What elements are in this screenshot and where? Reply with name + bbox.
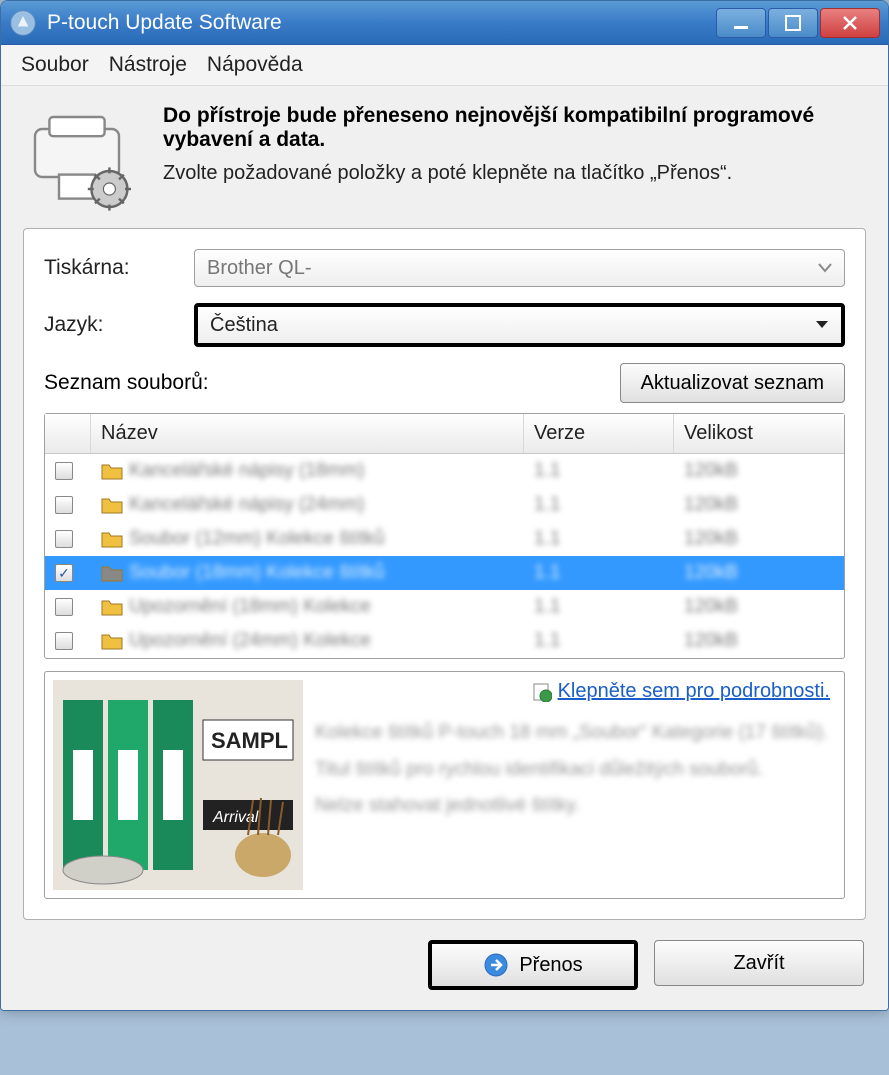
maximize-button[interactable] <box>768 8 818 38</box>
file-list: Název Verze Velikost Kancelářské nápisy … <box>44 413 845 659</box>
transfer-label: Přenos <box>519 954 582 977</box>
close-button[interactable] <box>820 8 880 38</box>
language-value: Čeština <box>210 314 278 337</box>
row-name: Soubor (18mm) Kolekce štítků <box>129 562 385 584</box>
minimize-button[interactable] <box>716 8 766 38</box>
row-size: 120kB <box>684 460 738 482</box>
arrow-right-circle-icon <box>483 952 509 978</box>
chevron-down-icon <box>818 263 832 273</box>
row-size: 120kB <box>684 494 738 516</box>
row-name: Kancelářské nápisy (24mm) <box>129 494 364 516</box>
row-checkbox[interactable] <box>55 496 73 514</box>
table-row[interactable]: Soubor (18mm) Kolekce štítků 1.1 120kB <box>45 556 844 590</box>
details-link-text: Klepněte sem pro podrobnosti. <box>558 680 830 703</box>
row-version: 1.1 <box>534 460 560 482</box>
printer-row: Tiskárna: Brother QL- <box>44 249 845 287</box>
header-heading: Do přístroje bude přeneseno nejnovější k… <box>163 104 866 152</box>
file-list-head: Název Verze Velikost <box>45 414 844 454</box>
row-version: 1.1 <box>534 596 560 618</box>
table-row[interactable]: Soubor (12mm) Kolekce štítků 1.1 120kB <box>45 522 844 556</box>
detail-panel: SAMPL Arrival Klepněte sem pro po <box>44 671 845 899</box>
row-name: Soubor (12mm) Kolekce štítků <box>129 528 385 550</box>
header-sub: Zvolte požadované položky a poté klepnět… <box>163 162 866 185</box>
app-window: P-touch Update Software Soubor Nástroje … <box>0 0 889 1011</box>
folder-icon <box>101 496 123 514</box>
window-controls <box>716 8 880 38</box>
row-version: 1.1 <box>534 562 560 584</box>
detail-line-3: Nelze stahovat jednotlivé štítky. <box>315 793 836 820</box>
file-list-caption: Seznam souborů: <box>44 371 209 395</box>
row-name: Upozornění (18mm) Kolekce <box>129 596 371 618</box>
table-row[interactable]: Upozornění (18mm) Kolekce 1.1 120kB <box>45 590 844 624</box>
header-text: Do přístroje bude přeneseno nejnovější k… <box>163 104 866 214</box>
row-size: 120kB <box>684 528 738 550</box>
col-size[interactable]: Velikost <box>674 414 844 453</box>
table-row[interactable]: Upozornění (24mm) Kolekce 1.1 120kB <box>45 624 844 658</box>
row-checkbox[interactable] <box>55 530 73 548</box>
col-name[interactable]: Název <box>91 414 524 453</box>
row-version: 1.1 <box>534 630 560 652</box>
detail-thumbnail: SAMPL Arrival <box>53 680 303 890</box>
maximize-icon <box>784 14 802 32</box>
main-panel: Tiskárna: Brother QL- Jazyk: Čeština Sez… <box>23 228 866 920</box>
row-name: Upozornění (24mm) Kolekce <box>129 630 371 652</box>
row-version: 1.1 <box>534 494 560 516</box>
menu-tools[interactable]: Nástroje <box>109 53 187 77</box>
folder-icon <box>101 530 123 548</box>
folder-icon <box>101 564 123 582</box>
titlebar: P-touch Update Software <box>1 1 888 45</box>
file-list-header: Seznam souborů: Aktualizovat seznam <box>44 363 845 403</box>
header-row: Do přístroje bude přeneseno nejnovější k… <box>23 104 866 214</box>
folder-icon <box>101 598 123 616</box>
menu-file[interactable]: Soubor <box>21 53 89 77</box>
language-row: Jazyk: Čeština <box>44 303 845 347</box>
row-checkbox[interactable] <box>55 564 73 582</box>
row-size: 120kB <box>684 562 738 584</box>
content-area: Do přístroje bude přeneseno nejnovější k… <box>1 86 888 1010</box>
row-name: Kancelářské nápisy (18mm) <box>129 460 364 482</box>
refresh-list-button[interactable]: Aktualizovat seznam <box>620 363 845 403</box>
footer-buttons: Přenos Zavřít <box>23 940 866 992</box>
language-label: Jazyk: <box>44 313 194 337</box>
close-dialog-button[interactable]: Zavřít <box>654 940 864 986</box>
minimize-icon <box>732 14 750 32</box>
window-title: P-touch Update Software <box>47 11 716 35</box>
row-checkbox[interactable] <box>55 632 73 650</box>
app-icon <box>9 9 37 37</box>
row-size: 120kB <box>684 630 738 652</box>
table-row[interactable]: Kancelářské nápisy (18mm) 1.1 120kB <box>45 454 844 488</box>
transfer-button[interactable]: Přenos <box>428 940 638 990</box>
details-link[interactable]: Klepněte sem pro podrobnosti. <box>532 680 830 703</box>
row-checkbox[interactable] <box>55 462 73 480</box>
svg-text:SAMPL: SAMPL <box>211 728 288 753</box>
detail-line-1: Kolekce štítků P-touch 18 mm „Soubor“ Ka… <box>315 720 836 747</box>
printer-value: Brother QL- <box>207 257 311 280</box>
menubar: Soubor Nástroje Nápověda <box>1 45 888 86</box>
detail-text: Kolekce štítků P-touch 18 mm „Soubor“ Ka… <box>315 680 836 890</box>
col-checkbox <box>45 414 91 453</box>
detail-line-2: Titul štítků pro rychlou identifikaci dů… <box>315 757 836 784</box>
printer-select[interactable]: Brother QL- <box>194 249 845 287</box>
printer-label: Tiskárna: <box>44 256 194 280</box>
row-version: 1.1 <box>534 528 560 550</box>
menu-help[interactable]: Nápověda <box>207 53 303 77</box>
row-checkbox[interactable] <box>55 598 73 616</box>
page-globe-icon <box>532 682 552 702</box>
language-select[interactable]: Čeština <box>194 303 845 347</box>
col-version[interactable]: Verze <box>524 414 674 453</box>
table-row[interactable]: Kancelářské nápisy (24mm) 1.1 120kB <box>45 488 844 522</box>
folder-icon <box>101 462 123 480</box>
row-size: 120kB <box>684 596 738 618</box>
close-icon <box>841 14 859 32</box>
chevron-down-icon <box>815 320 829 330</box>
printer-gear-icon <box>23 104 143 214</box>
file-list-body: Kancelářské nápisy (18mm)1.1120kBKancelá… <box>45 454 844 658</box>
folder-icon <box>101 632 123 650</box>
